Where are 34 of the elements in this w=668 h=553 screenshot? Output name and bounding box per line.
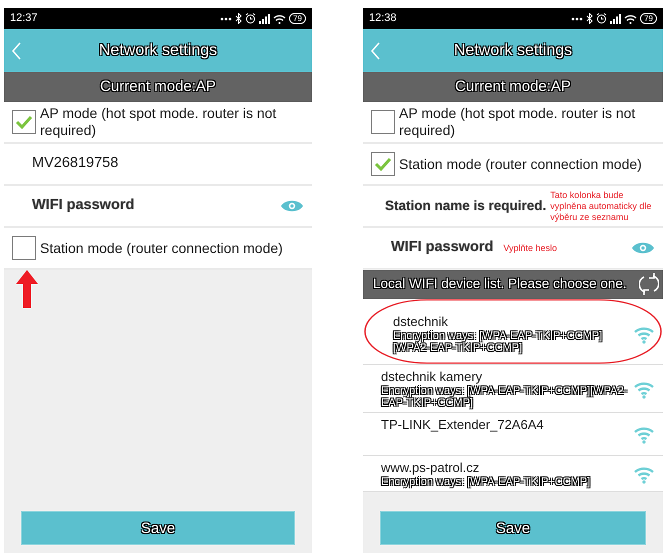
encryption-info: Encryption ways: [WPA-EAP-TKIP+CCMP][WPA2-EAP-TKIP+CCMP] [393,330,604,354]
placeholder-text: WIFI password [390,238,494,258]
password-field[interactable]: WIFI password [4,186,312,228]
encryption-info: Encryption ways: [WPA-EAP-TKIP+CCMP][WPA2-EAP-TKIP+CCMP] [381,385,629,409]
checkbox-label: AP mode (hot spot mode. router is not required) [40,105,278,139]
checkbox-label: Station mode (router connection mode) [40,240,283,256]
device-list-title: Local WIFI device list. Please choose one. [373,275,627,294]
battery-indicator: 79 [640,13,657,24]
network-name: dstechnik [393,313,449,330]
network-name: TP-LINK_Extender_72A6A4 [381,416,545,433]
device-list-item[interactable]: dstechnik kamery Encryption ways: [WPA-EAP-TKIP+CCMP][WPA2-EAP-TKIP+CCMP] [363,365,663,413]
status-time: 12:38 [369,11,397,26]
placeholder-text: WIFI password [31,196,134,216]
screen-title: Network settings [98,40,218,60]
checkbox-label: Station mode (router connection mode) [399,156,642,172]
encryption-info: Encryption ways: [WPA-EAP-TKIP+CCMP] [381,476,592,488]
current-mode-label: Current mode:AP [455,76,571,97]
device-list-item[interactable]: dstechnik Encryption ways: [WPA-EAP-TKIP+CCMP][WPA2-EAP-TKIP+CCMP] [363,299,663,365]
placeholder-text: Station name is required. [384,196,546,215]
checkbox-label: AP mode (hot spot mode. router is not required) [399,105,636,139]
annotation-note: Vyplňte heslo [503,242,558,254]
annotation-note: Tato kolonka bude vyplněna automaticky dle výběru ze seznamu [550,190,652,222]
field-value: MV26819758 [31,154,118,174]
device-list-item[interactable]: www.ps-patrol.cz Encryption ways: [WPA-EAP-TKIP+CCMP] [363,456,663,492]
battery-indicator: 79 [289,13,306,24]
network-name: www.ps-patrol.cz [381,459,480,476]
input-field[interactable]: Station name is required. Tato kolonka bude vyplněna automaticky dle výběru ze seznamu [363,186,663,228]
password-field[interactable]: WIFI password Vyplňte heslo [363,228,663,270]
status-time: 12:37 [10,11,38,26]
network-name: dstechnik kamery [381,368,484,385]
current-mode-label: Current mode:AP [100,76,216,97]
screen-title: Network settings [454,40,572,60]
device-list-item[interactable]: TP-LINK_Extender_72A6A4 [363,413,663,456]
input-field[interactable]: MV26819758 [4,144,312,186]
